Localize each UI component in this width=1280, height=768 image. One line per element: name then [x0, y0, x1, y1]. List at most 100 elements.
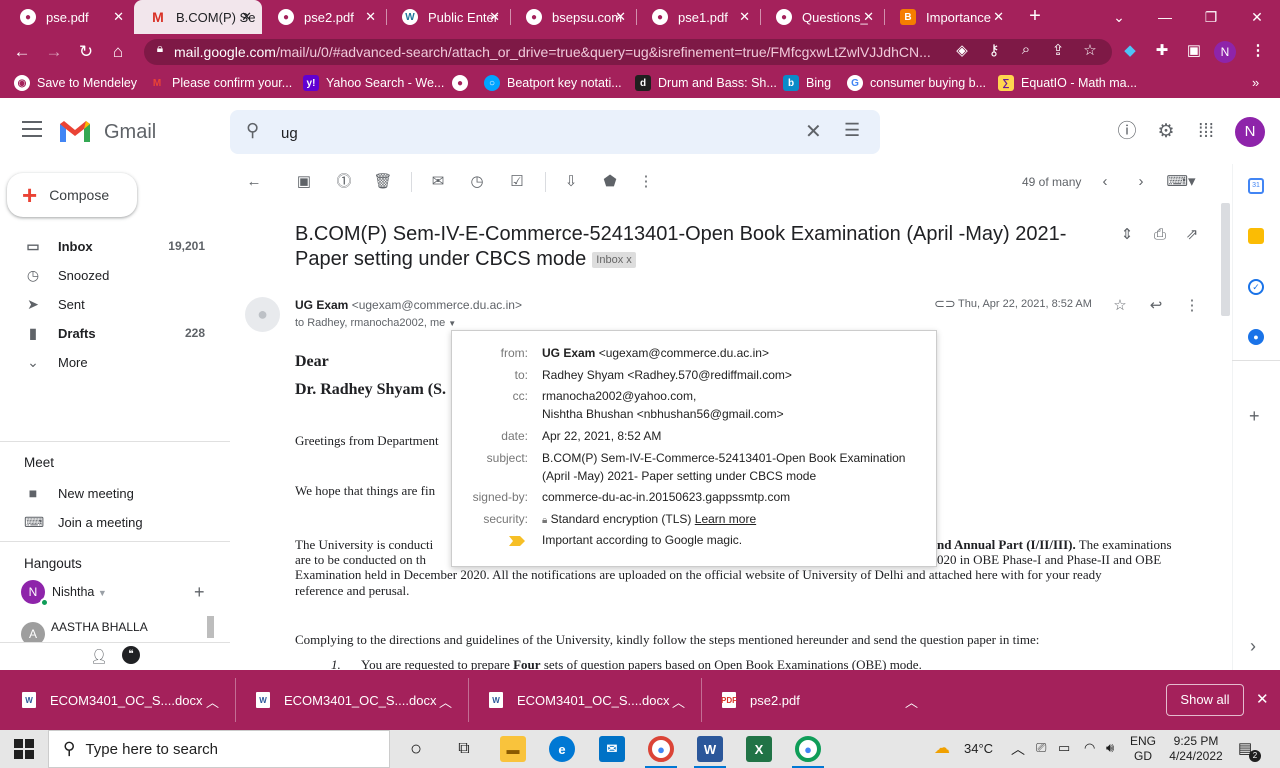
contact-name[interactable]: AASTHA BHALLA [51, 620, 148, 634]
install-app-icon[interactable]: ◈ [952, 41, 972, 59]
search-options-icon[interactable]: ☰ [844, 120, 860, 141]
side-panel-icon[interactable]: ▣ [1184, 41, 1204, 59]
volume-icon[interactable]: 🔊︎ [1106, 740, 1114, 756]
add-contact-icon[interactable]: + [194, 582, 205, 603]
zoom-icon[interactable]: ⌕ [1016, 41, 1036, 58]
open-new-window-icon[interactable]: ⇗ [1182, 225, 1202, 245]
nav-item-drafts[interactable]: ▮ Drafts 228 [0, 319, 220, 347]
print-icon[interactable]: ⎙ [1150, 225, 1170, 245]
archive-icon[interactable]: ▣ [294, 172, 314, 192]
contacts-person-icon[interactable]: 👤︎ [90, 648, 108, 665]
label-icon[interactable]: ⬟ [600, 172, 620, 192]
nav-item-snoozed[interactable]: ◷ Snoozed [0, 261, 220, 289]
account-avatar[interactable]: N [1235, 117, 1265, 147]
windows-start-icon[interactable] [14, 739, 34, 759]
mail-icon[interactable]: ✉ [599, 736, 625, 762]
show-all-downloads-button[interactable]: Show all [1166, 684, 1244, 716]
hangouts-user-name[interactable]: Nishtha ▼ [52, 585, 107, 599]
meet-now-icon[interactable]: ⎚ [1036, 740, 1046, 756]
search-icon[interactable]: ⚲ [246, 120, 259, 141]
restore-button[interactable]: ❐ [1188, 0, 1234, 34]
download-item[interactable]: PDF pse2.pdf [721, 692, 800, 708]
language-indicator[interactable]: ENG GD [1128, 734, 1158, 764]
minimize-button[interactable]: — [1142, 0, 1188, 34]
browser-tab[interactable]: ● pse2.pdf ✕ [262, 0, 386, 34]
wifi-icon[interactable]: ◠ [1084, 740, 1095, 756]
learn-more-link[interactable]: Learn more [695, 512, 756, 526]
clock[interactable]: 9:25 PM 4/24/2022 [1166, 734, 1226, 764]
browser-tab[interactable]: ● pse1.pdf ✕ [636, 0, 760, 34]
close-tab-icon[interactable]: ✕ [993, 9, 1004, 25]
extension-diamond-icon[interactable]: ◆ [1120, 41, 1140, 59]
snooze-icon[interactable]: ◷ [467, 172, 487, 192]
download-item[interactable]: W ECOM3401_OC_S....docx [489, 692, 669, 708]
cortana-icon[interactable]: ○ [403, 736, 429, 762]
excel-icon[interactable]: X [746, 736, 772, 762]
show-side-panel-icon[interactable]: › [1250, 636, 1256, 657]
apps-grid-icon[interactable]: ⁞⁞⁞ [1195, 121, 1217, 143]
close-tab-icon[interactable]: ✕ [489, 9, 500, 25]
mark-unread-icon[interactable]: ✉ [428, 172, 448, 192]
recipients-line[interactable]: to Radhey, rmanocha2002, me ▼ [295, 317, 456, 329]
star-icon[interactable]: ☆ [1110, 296, 1130, 316]
sender-line[interactable]: UG Exam <ugexam@commerce.du.ac.in> [295, 298, 522, 312]
reload-button[interactable]: ↻ [74, 40, 98, 64]
tasks-icon[interactable]: ✓ [1248, 279, 1264, 295]
back-button[interactable]: ← [10, 40, 34, 64]
download-options-icon[interactable]: ︿ [439, 692, 452, 711]
browser-tab[interactable]: W Public Enter ✕ [386, 0, 510, 34]
profile-avatar[interactable]: N [1214, 41, 1236, 63]
taskbar-search-box[interactable]: ⚲ Type here to search [48, 730, 390, 768]
search-input[interactable]: ug [281, 125, 298, 142]
bookmark-item[interactable]: b Bing [783, 75, 831, 91]
close-tab-icon[interactable]: ✕ [739, 9, 750, 25]
browser-tab[interactable]: ● pse.pdf ✕ [4, 0, 134, 34]
expand-all-icon[interactable]: ⇕ [1117, 225, 1137, 245]
calendar-icon[interactable]: 31 [1248, 178, 1264, 194]
edge-icon[interactable]: e [549, 736, 575, 762]
contacts-icon[interactable]: ● [1248, 329, 1264, 345]
key-icon[interactable]: ⚷ [984, 41, 1004, 59]
move-to-icon[interactable]: ⇩ [561, 172, 581, 192]
bookmark-item[interactable]: M Please confirm your... [149, 75, 292, 91]
add-task-icon[interactable]: ☑ [507, 172, 527, 192]
close-downloads-icon[interactable]: ✕ [1256, 690, 1269, 708]
nav-item-more[interactable]: ⌄ More [0, 348, 220, 376]
close-window-button[interactable]: ✕ [1234, 0, 1280, 34]
reply-icon[interactable]: ↩ [1146, 296, 1166, 316]
main-menu-icon[interactable] [22, 121, 42, 137]
home-button[interactable]: ⌂ [106, 40, 130, 64]
bookmark-item[interactable]: d Drum and Bass: Sh... [635, 75, 777, 91]
extensions-puzzle-icon[interactable]: ✚ [1152, 41, 1172, 59]
forward-button[interactable]: → [42, 40, 66, 64]
content-scrollbar[interactable] [1221, 203, 1230, 316]
browser-tab[interactable]: ● Questions_ ✕ [760, 0, 884, 34]
tab-search-icon[interactable]: ⌄ [1096, 0, 1142, 34]
newer-chevron-icon[interactable]: ‹ [1095, 172, 1115, 192]
sender-avatar[interactable]: ● [245, 297, 280, 332]
help-icon[interactable]: ⓘ [1116, 121, 1138, 143]
download-options-icon[interactable]: ︿ [206, 692, 219, 711]
bookmark-item[interactable]: ○ Beatport key notati... [484, 75, 622, 91]
new-meeting-link[interactable]: ■ New meeting [24, 485, 134, 501]
close-tab-icon[interactable]: ✕ [863, 9, 874, 25]
bookmark-item[interactable]: Gconsumer buying b... [847, 75, 986, 91]
more-bookmarks-icon[interactable]: » [1252, 75, 1259, 90]
keep-icon[interactable] [1248, 228, 1264, 244]
report-spam-icon[interactable]: ⓵ [334, 172, 354, 192]
bookmark-item[interactable]: ● [452, 75, 475, 91]
weather-temperature[interactable]: 34°C [964, 741, 993, 756]
weather-icon[interactable]: ☁ [934, 738, 950, 758]
show-details-caret-icon[interactable]: ▼ [448, 319, 456, 328]
input-tools-icon[interactable]: ⌨▾ [1166, 172, 1196, 192]
get-addons-icon[interactable]: + [1249, 406, 1260, 427]
chrome-icon[interactable]: ● [648, 736, 674, 762]
close-tab-icon[interactable]: ✕ [113, 9, 124, 25]
close-tab-icon[interactable]: ✕ [615, 9, 626, 25]
hangouts-chat-icon[interactable]: ❝ [122, 646, 140, 664]
bookmark-item[interactable]: y! Yahoo Search - We... [303, 75, 444, 91]
new-tab-button[interactable]: + [1024, 6, 1046, 28]
url-text[interactable]: mail.google.com/mail/u/0/#advanced-searc… [174, 44, 944, 60]
task-view-icon[interactable]: ⧉ [451, 736, 477, 762]
older-chevron-icon[interactable]: › [1131, 172, 1151, 192]
